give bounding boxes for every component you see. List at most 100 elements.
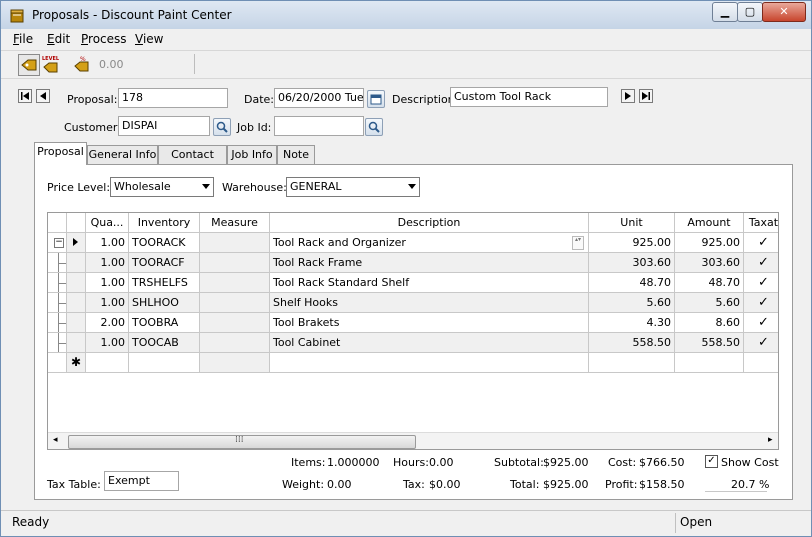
scrollbar-thumb[interactable]: ⁞⁞⁞ (68, 435, 416, 449)
spinner-icon[interactable]: ▴▾ (572, 236, 584, 250)
cell-unit[interactable]: 925.00 (589, 233, 675, 253)
cell-tax[interactable]: ✓ (744, 313, 778, 333)
menu-view[interactable]: View (135, 32, 163, 46)
warehouse-select[interactable]: GENERAL (286, 177, 420, 197)
new-row-cell[interactable] (675, 353, 744, 373)
cell-desc[interactable]: Tool Rack and Organizer ▴▾ (270, 233, 589, 253)
column-header-amount[interactable]: Amount (675, 213, 744, 233)
customer-field[interactable]: DISPAI (118, 116, 210, 136)
cell-desc[interactable]: Shelf Hooks (270, 293, 589, 313)
cell-unit[interactable]: 303.60 (589, 253, 675, 273)
tax-table-field[interactable]: Exempt (104, 471, 179, 491)
cell-amount[interactable]: 5.60 (675, 293, 744, 313)
column-header-measure[interactable]: Measure (200, 213, 270, 233)
cell-amount[interactable]: 558.50 (675, 333, 744, 353)
scroll-right-icon[interactable]: ▸ (768, 435, 773, 445)
cell-unit[interactable]: 48.70 (589, 273, 675, 293)
column-header-inventory[interactable]: Inventory (129, 213, 200, 233)
column-header-quantity[interactable]: Qua... (86, 213, 129, 233)
current-row-indicator[interactable] (67, 233, 86, 253)
cell-inv[interactable]: TOORACK (129, 233, 200, 253)
cell-unit[interactable]: 558.50 (589, 333, 675, 353)
new-row-cell[interactable] (200, 353, 270, 373)
cell-unit[interactable]: 5.60 (589, 293, 675, 313)
cell-qty[interactable]: 2.00 (86, 313, 129, 333)
cell-tax[interactable]: ✓ (744, 233, 778, 253)
last-record-button[interactable] (639, 89, 653, 103)
cell-tax[interactable]: ✓ (744, 293, 778, 313)
new-row-cell[interactable] (129, 353, 200, 373)
close-button[interactable]: ✕ (762, 2, 806, 22)
price-level-select[interactable]: Wholesale (110, 177, 214, 197)
cell-measure[interactable] (200, 273, 270, 293)
scroll-left-icon[interactable]: ◂ (53, 435, 58, 445)
date-field[interactable]: 06/20/2000 Tue (274, 88, 364, 108)
cell-qty[interactable]: 1.00 (86, 233, 129, 253)
cell-desc[interactable]: Tool Brakets (270, 313, 589, 333)
cell-tax[interactable]: ✓ (744, 253, 778, 273)
menu-process[interactable]: Process (81, 32, 127, 46)
cell-amount[interactable]: 8.60 (675, 313, 744, 333)
show-cost-checkbox[interactable]: ✓ (705, 455, 718, 468)
cell-inv[interactable]: SHLHOO (129, 293, 200, 313)
tab-contact-info[interactable]: Contact Info (158, 145, 227, 179)
column-header-taxable[interactable]: Taxat (744, 213, 778, 233)
cell-tax[interactable]: ✓ (744, 333, 778, 353)
collapse-icon[interactable]: − (48, 233, 67, 253)
cell-measure[interactable] (200, 253, 270, 273)
maximize-button[interactable]: ▢ (737, 2, 763, 22)
jobid-field[interactable] (274, 116, 364, 136)
minimize-button[interactable]: ▁ (712, 2, 738, 22)
discount-tag-button[interactable]: % (72, 54, 92, 74)
cell-desc[interactable]: Tool Cabinet (270, 333, 589, 353)
tab-note[interactable]: Note (277, 145, 315, 164)
menu-file[interactable]: File (13, 32, 33, 46)
cell-qty[interactable]: 1.00 (86, 253, 129, 273)
row-selector[interactable] (67, 293, 86, 313)
cell-qty[interactable]: 1.00 (86, 333, 129, 353)
cell-amount[interactable]: 925.00 (675, 233, 744, 253)
row-selector[interactable] (67, 313, 86, 333)
cell-measure[interactable] (200, 313, 270, 333)
calendar-button[interactable] (367, 90, 385, 108)
tab-general-info[interactable]: General Info (87, 145, 158, 164)
previous-record-button[interactable] (36, 89, 50, 103)
cell-inv[interactable]: TOOCAB (129, 333, 200, 353)
cell-inv[interactable]: TRSHELFS (129, 273, 200, 293)
cell-desc[interactable]: Tool Rack Frame (270, 253, 589, 273)
cell-qty[interactable]: 1.00 (86, 273, 129, 293)
new-row-cell[interactable] (270, 353, 589, 373)
cell-measure[interactable] (200, 293, 270, 313)
jobid-lookup-button[interactable] (365, 118, 383, 136)
customer-lookup-button[interactable] (213, 118, 231, 136)
new-row-cell[interactable] (86, 353, 129, 373)
tab-proposal[interactable]: Proposal (34, 142, 87, 165)
description-field[interactable]: Custom Tool Rack (450, 87, 608, 107)
price-level-button[interactable]: LEVEL (41, 54, 61, 74)
tab-job-info[interactable]: Job Info (227, 145, 277, 164)
cell-qty[interactable]: 1.00 (86, 293, 129, 313)
cell-tax[interactable]: ✓ (744, 273, 778, 293)
cell-measure[interactable] (200, 333, 270, 353)
first-record-button[interactable] (18, 89, 32, 103)
row-selector[interactable] (67, 273, 86, 293)
cell-measure[interactable] (200, 233, 270, 253)
column-header-description[interactable]: Description (270, 213, 589, 233)
new-row-icon[interactable]: ✱ (67, 353, 86, 373)
cell-inv[interactable]: TOORACF (129, 253, 200, 273)
horizontal-scrollbar[interactable]: ◂ ⁞⁞⁞ ▸ (48, 432, 778, 449)
cell-amount[interactable]: 48.70 (675, 273, 744, 293)
cell-unit[interactable]: 4.30 (589, 313, 675, 333)
cell-amount[interactable]: 303.60 (675, 253, 744, 273)
cell-desc[interactable]: Tool Rack Standard Shelf (270, 273, 589, 293)
new-row-cell[interactable] (744, 353, 778, 373)
menu-edit[interactable]: Edit (47, 32, 70, 46)
new-row-cell[interactable] (589, 353, 675, 373)
column-header-unit[interactable]: Unit (589, 213, 675, 233)
price-tag-button[interactable] (18, 54, 40, 76)
proposal-field[interactable]: 178 (118, 88, 228, 108)
row-selector[interactable] (67, 253, 86, 273)
row-selector[interactable] (67, 333, 86, 353)
cell-inv[interactable]: TOOBRA (129, 313, 200, 333)
next-record-button[interactable] (621, 89, 635, 103)
